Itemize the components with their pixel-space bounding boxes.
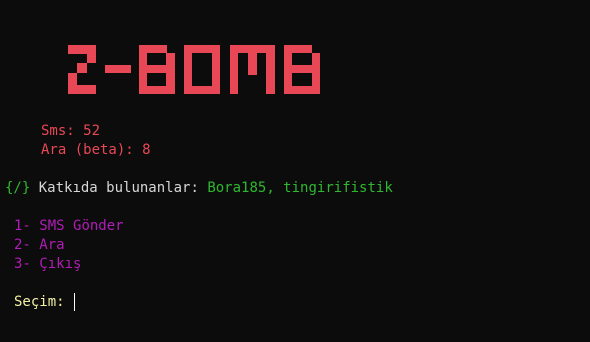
terminal-window: Sms: 52 Ara (beta): 8 {/} Katkıda buluna… [0,0,590,342]
logo-letter-m [230,45,275,94]
sms-count-line: Sms: 52 [41,122,100,140]
credits-line: {/} Katkıda bulunanlar: Bora185, tingiri… [5,179,393,197]
menu-item-sms: 1- SMS Gönder [14,217,124,235]
logo-letter-b2 [284,45,320,94]
sms-count-label: Sms: [41,123,75,139]
logo-letter-b1 [139,45,175,94]
menu-item-exit: 3- Çıkış [14,255,81,273]
menu-item-number: 3- [14,256,31,272]
selection-prompt-label: Seçim: [14,294,65,310]
menu-item-number: 1- [14,218,31,234]
code-icon: {/} [5,180,31,196]
ara-count-line: Ara (beta): 8 [41,141,151,159]
menu-item-label: Ara [39,237,65,253]
menu-item-label: SMS Gönder [39,218,124,234]
z-bomb-logo [68,45,320,94]
menu-item-label: Çıkış [39,256,82,272]
ara-count-value: 8 [142,142,151,158]
ara-count-label: Ara (beta): [41,142,134,158]
logo-letter-z [68,45,96,94]
logo-dash [105,65,131,73]
text-cursor [74,293,76,311]
menu-item-ara: 2- Ara [14,236,65,254]
logo-letter-o [184,45,220,94]
sms-count-value: 52 [83,123,101,139]
selection-prompt[interactable]: Seçim: [14,293,76,311]
credits-names: Bora185, tingirifistik [207,180,393,196]
credits-label: Katkıda bulunanlar: [38,180,199,196]
menu-item-number: 2- [14,237,31,253]
